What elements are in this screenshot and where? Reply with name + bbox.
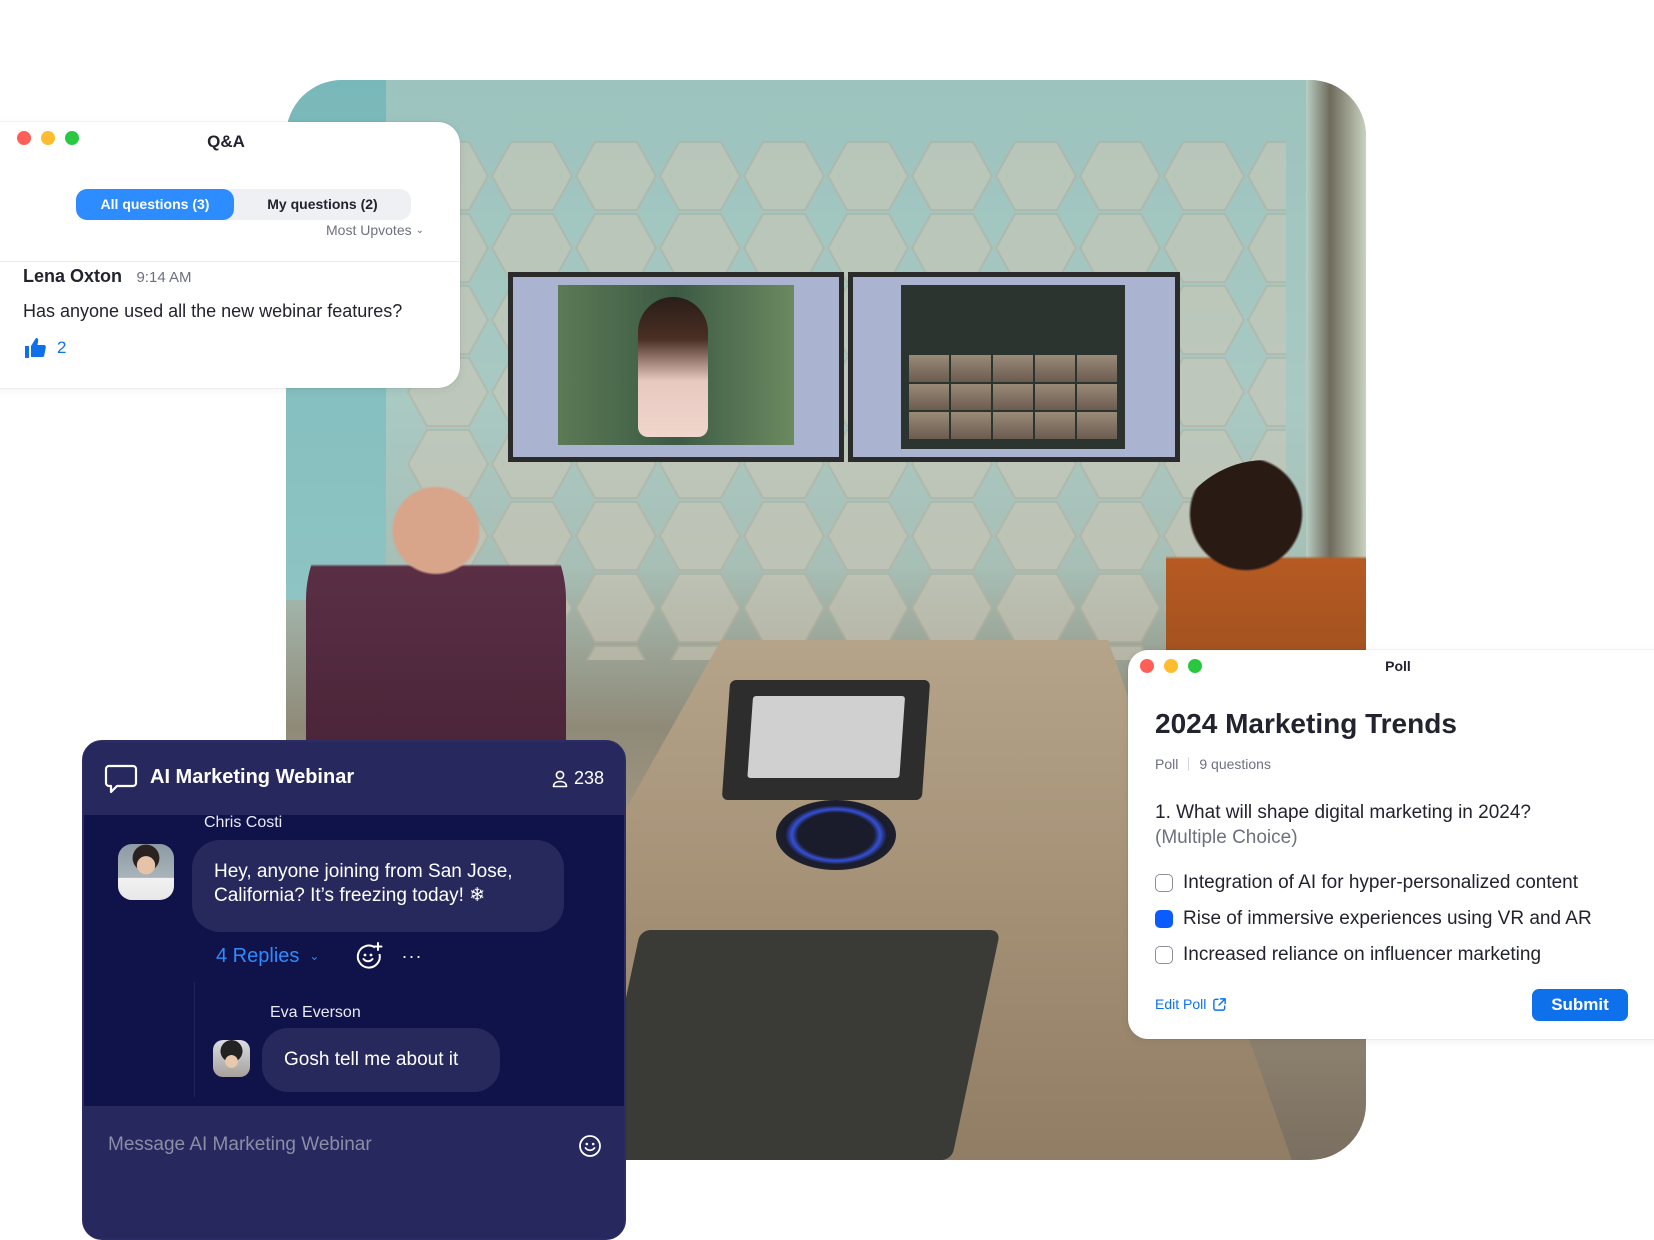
poll-option[interactable]: Integration of AI for hyper-personalized… — [1155, 865, 1592, 901]
thumbs-up-icon — [25, 338, 46, 358]
sort-label: Most Upvotes — [326, 222, 412, 238]
chevron-down-icon: ⌄ — [415, 224, 424, 236]
participant-count[interactable]: 238 — [552, 768, 604, 789]
laptop — [591, 930, 1001, 1160]
conference-speaker — [776, 800, 896, 870]
poll-question: 1. What will shape digital marketing in … — [1155, 800, 1531, 850]
poll-option[interactable]: Rise of immersive experiences using VR a… — [1155, 901, 1592, 937]
external-link-icon — [1213, 997, 1227, 1011]
divider — [0, 261, 460, 262]
poll-window: Poll 2024 Marketing Trends Poll 9 questi… — [1128, 650, 1654, 1039]
poll-question-count: 9 questions — [1199, 756, 1271, 772]
replies-toggle[interactable]: 4 Replies ⌄ — [216, 945, 319, 968]
option-label: Rise of immersive experiences using VR a… — [1183, 908, 1592, 929]
message-author: Chris Costi — [204, 814, 283, 831]
divider — [1188, 757, 1190, 771]
chat-header: AI Marketing Webinar 238 — [84, 742, 624, 815]
option-label: Integration of AI for hyper-personalized… — [1183, 872, 1579, 893]
emoji-icon[interactable] — [578, 1134, 602, 1158]
add-reaction-icon[interactable] — [355, 942, 383, 970]
replies-label: 4 Replies — [216, 944, 300, 967]
question-time: 9:14 AM — [136, 269, 192, 286]
chevron-down-icon: ⌄ — [309, 949, 320, 963]
upvote-button[interactable]: 2 — [23, 336, 440, 360]
reply-bubble: Gosh tell me about it — [262, 1028, 500, 1092]
message-input-placeholder: Message AI Marketing Webinar — [108, 1134, 372, 1155]
thread-line — [194, 982, 195, 1097]
poll-title: 2024 Marketing Trends — [1155, 708, 1457, 739]
message-actions: 4 Replies ⌄ ··· — [216, 942, 422, 970]
poll-window-title: Poll — [1385, 658, 1411, 674]
message-bubble: Hey, anyone joining from San Jose, Calif… — [192, 840, 564, 932]
tv-screen-right — [848, 272, 1180, 462]
qa-title: Q&A — [207, 132, 245, 151]
video-gallery-grid — [909, 355, 1117, 439]
presenter — [638, 297, 708, 437]
checkbox[interactable] — [1155, 946, 1173, 964]
poll-meta: Poll 9 questions — [1155, 756, 1271, 772]
qa-window: Q&A All questions (3) My questions (2) M… — [0, 122, 460, 388]
poll-option[interactable]: Increased reliance on influencer marketi… — [1155, 937, 1592, 973]
message-input[interactable]: Message AI Marketing Webinar — [84, 1106, 624, 1238]
chat-bubble-icon — [104, 764, 138, 794]
question-type: (Multiple Choice) — [1155, 827, 1298, 848]
tab-all-questions[interactable]: All questions (3) — [76, 189, 234, 220]
edit-poll-link[interactable]: Edit Poll — [1155, 996, 1227, 1012]
checkbox-checked[interactable] — [1155, 910, 1173, 928]
upvote-count: 2 — [57, 338, 67, 357]
option-label: Increased reliance on influencer marketi… — [1183, 944, 1542, 965]
tab-my-questions[interactable]: My questions (2) — [234, 189, 411, 220]
question-text: Has anyone used all the new webinar feat… — [23, 301, 403, 321]
submit-button[interactable]: Submit — [1532, 989, 1628, 1021]
poll-options: Integration of AI for hyper-personalized… — [1155, 865, 1592, 973]
room-controller-tablet — [721, 680, 931, 800]
tv-screen-left — [508, 272, 844, 462]
chat-window: AI Marketing Webinar 238 Chris Costi Hey… — [82, 740, 626, 1240]
qa-tabs: All questions (3) My questions (2) — [76, 189, 411, 220]
checkbox[interactable] — [1155, 874, 1173, 892]
sort-dropdown[interactable]: Most Upvotes ⌄ — [326, 222, 424, 238]
chat-title: AI Marketing Webinar — [150, 766, 355, 788]
edit-poll-label: Edit Poll — [1155, 996, 1207, 1012]
reply-author: Eva Everson — [270, 1004, 361, 1021]
more-options-icon[interactable]: ··· — [401, 947, 422, 965]
question-author: Lena Oxton — [23, 266, 123, 286]
question-item: Lena Oxton 9:14 AM Has anyone used all t… — [23, 266, 440, 360]
question-text: 1. What will shape digital marketing in … — [1155, 802, 1531, 823]
avatar[interactable] — [118, 844, 174, 900]
person-icon — [552, 770, 568, 787]
attendee-left — [306, 480, 566, 760]
poll-type: Poll — [1155, 756, 1179, 772]
participant-count-value: 238 — [573, 768, 604, 788]
avatar[interactable] — [213, 1040, 250, 1077]
